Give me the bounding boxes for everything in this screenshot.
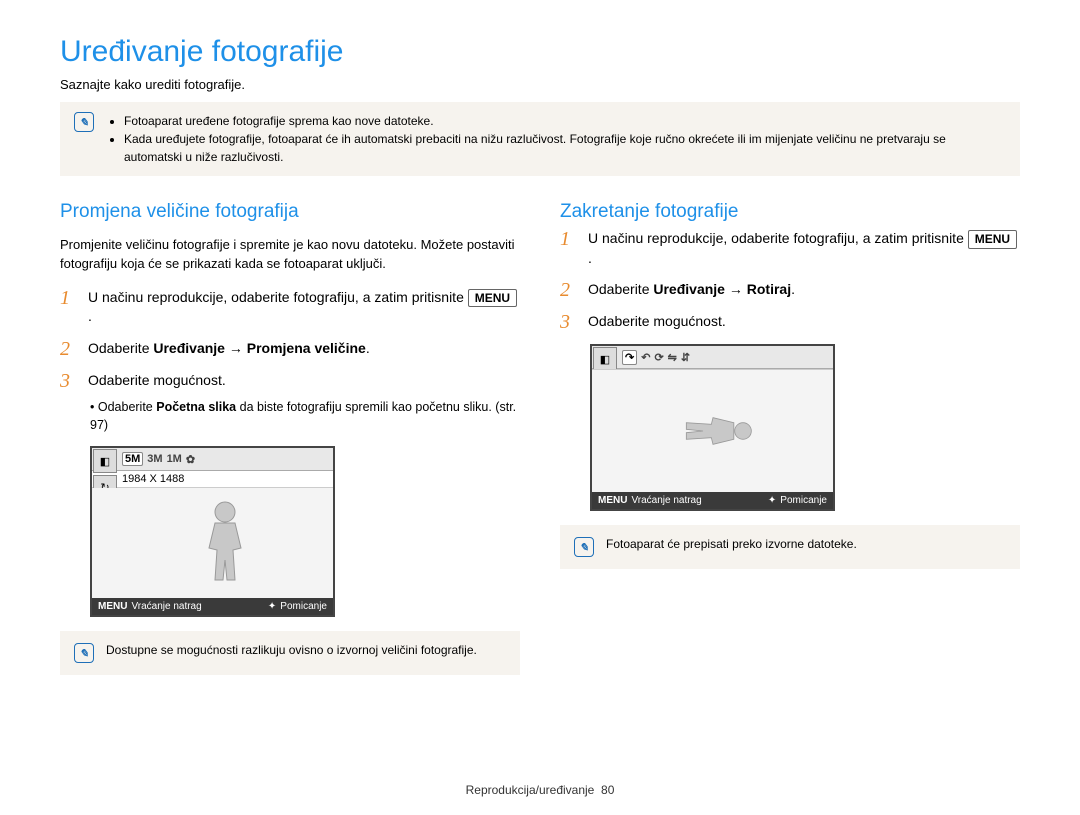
step-number: 3 — [560, 312, 578, 332]
step-arrow: → — [225, 340, 247, 356]
startup-image-icon: ✿ — [186, 453, 195, 466]
preview-area — [92, 488, 333, 598]
menu-label: MENU — [598, 495, 627, 506]
nav-icon: ✦ — [268, 601, 276, 612]
step-2: 2 Odaberite Uređivanje → Promjena veliči… — [60, 339, 520, 359]
footer-section: Reprodukcija/uređivanje — [466, 783, 595, 797]
rotate-180-icon: ⟳ — [654, 351, 663, 364]
camera-screen-rotate: ◧ ↻ ☼ ▦ ↷ ↶ ⟳ ⇋ ⇵ Desno za 90° MENU Vrać… — [590, 344, 835, 511]
step-3: 3 Odaberite mogućnost. — [60, 371, 520, 391]
flip-h-icon: ⇋ — [668, 351, 677, 364]
note-icon: ✎ — [74, 643, 94, 663]
aspect-icon: ◧ — [593, 347, 617, 371]
page-title: Uređivanje fotografije — [60, 35, 1020, 69]
person-silhouette-icon — [195, 498, 255, 598]
size-option-selected: 5M — [122, 452, 143, 466]
size-option: 1M — [167, 453, 182, 465]
step-1: 1 U načinu reprodukcije, odaberite fotog… — [560, 229, 1020, 268]
step-number: 1 — [560, 229, 578, 268]
aspect-icon: ◧ — [93, 449, 117, 473]
section-intro: Promjenite veličinu fotografije i spremi… — [60, 236, 520, 274]
footer-page-number: 80 — [601, 783, 614, 797]
note-item: Kada uređujete fotografije, fotoaparat ć… — [124, 130, 1006, 166]
step-text: U načinu reprodukcije, odaberite fotogra… — [588, 230, 968, 246]
resolution-label: 1984 X 1488 — [92, 471, 333, 488]
rotate-toolbar: ↷ ↶ ⟳ ⇋ ⇵ — [592, 346, 833, 369]
size-option: 3M — [147, 453, 162, 465]
page-subtitle: Saznajte kako urediti fotografije. — [60, 77, 1020, 92]
move-label: Pomicanje — [780, 495, 827, 506]
step-2: 2 Odaberite Uređivanje → Rotiraj. — [560, 280, 1020, 300]
person-silhouette-icon — [668, 406, 758, 456]
status-bar: MENU Vraćanje natrag ✦ Pomicanje — [92, 598, 333, 615]
section-title-rotate: Zakretanje fotografije — [560, 201, 1020, 223]
note-icon: ✎ — [574, 537, 594, 557]
step-bold: Promjena veličine — [247, 340, 366, 356]
step-text: Odaberite — [88, 340, 153, 356]
size-toolbar: 5M 3M 1M ✿ — [92, 448, 333, 471]
step-3: 3 Odaberite mogućnost. — [560, 312, 1020, 332]
step-text: U načinu reprodukcije, odaberite fotogra… — [88, 289, 468, 305]
step-number: 2 — [560, 280, 578, 300]
sub-bold: Početna slika — [156, 400, 236, 414]
step-sub-bullet: Odaberite Početna slika da biste fotogra… — [60, 399, 520, 434]
section-rotate: Zakretanje fotografije 1 U načinu reprod… — [560, 201, 1020, 700]
rotate-left-icon: ↶ — [641, 351, 650, 364]
step-text: . — [791, 281, 795, 297]
menu-button-label: MENU — [968, 230, 1017, 249]
step-number: 1 — [60, 288, 78, 327]
back-label: Vraćanje natrag — [131, 601, 201, 612]
flip-v-icon: ⇵ — [681, 351, 690, 364]
step-text: Odaberite — [588, 281, 653, 297]
step-arrow: → — [725, 281, 747, 297]
step-bold: Uređivanje — [153, 340, 225, 356]
back-label: Vraćanje natrag — [631, 495, 701, 506]
step-number: 3 — [60, 371, 78, 391]
step-1: 1 U načinu reprodukcije, odaberite fotog… — [60, 288, 520, 327]
menu-button-label: MENU — [468, 289, 517, 308]
note-list: Fotoaparat uređene fotografije sprema ka… — [106, 112, 1006, 166]
section-title-resize: Promjena veličine fotografija — [60, 201, 520, 223]
step-text: Odaberite mogućnost. — [588, 312, 726, 332]
page-footer: Reprodukcija/uređivanje 80 — [0, 783, 1080, 797]
note-icon: ✎ — [74, 112, 94, 132]
note-text: Dostupne se mogućnosti razlikuju ovisno … — [106, 643, 477, 657]
step-bold: Rotiraj — [747, 281, 791, 297]
rotate-right-icon: ↷ — [622, 350, 637, 365]
step-text: . — [366, 340, 370, 356]
note-item: Fotoaparat uređene fotografije sprema ka… — [124, 112, 1006, 130]
note-box-top: ✎ Fotoaparat uređene fotografije sprema … — [60, 102, 1020, 176]
step-bold: Uređivanje — [653, 281, 725, 297]
step-text: . — [88, 308, 92, 324]
note-box-rotate: ✎ Fotoaparat će prepisati preko izvorne … — [560, 525, 1020, 569]
step-text: . — [588, 250, 592, 266]
sub-text: Odaberite — [98, 400, 156, 414]
note-box-resize: ✎ Dostupne se mogućnosti razlikuju ovisn… — [60, 631, 520, 675]
move-label: Pomicanje — [280, 601, 327, 612]
menu-label: MENU — [98, 601, 127, 612]
note-text: Fotoaparat će prepisati preko izvorne da… — [606, 537, 857, 551]
section-resize: Promjena veličine fotografija Promjenite… — [60, 201, 520, 700]
camera-screen-resize: ◧ ↻ ☼ ▦ 5M 3M 1M ✿ 1984 X 1488 MENU Vrać… — [90, 446, 335, 617]
step-number: 2 — [60, 339, 78, 359]
nav-icon: ✦ — [768, 495, 776, 506]
preview-area — [592, 369, 833, 492]
step-text: Odaberite mogućnost. — [88, 371, 226, 391]
status-bar: MENU Vraćanje natrag ✦ Pomicanje — [592, 492, 833, 509]
